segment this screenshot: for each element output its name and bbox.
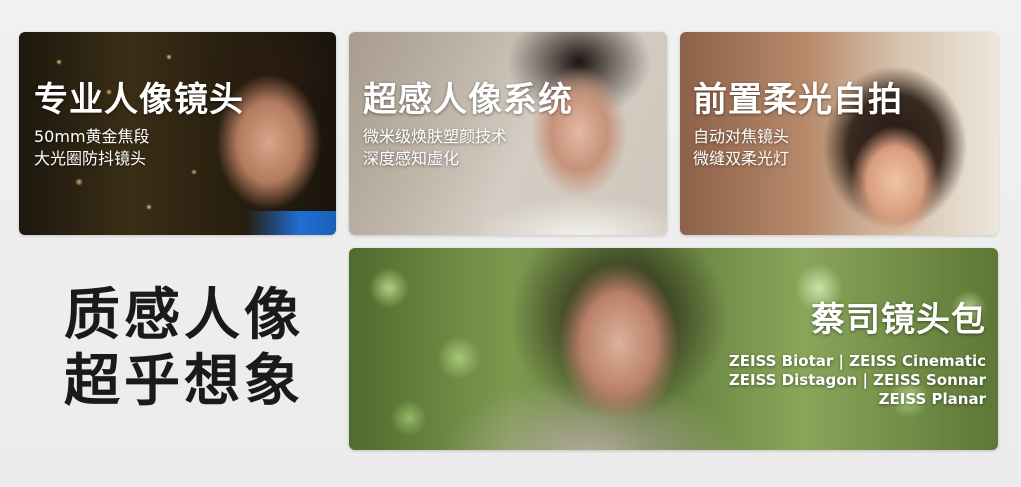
card-text: 蔡司镜头包 ZEISS Biotar | ZEISS Cinematic ZEI… — [729, 300, 986, 409]
card-subtitle-line: 自动对焦镜头 — [693, 127, 790, 146]
feature-card-zeiss-lens-pack: 蔡司镜头包 ZEISS Biotar | ZEISS Cinematic ZEI… — [349, 248, 998, 450]
card-text: 专业人像镜头 50mm黄金焦段 大光圈防抖镜头 — [34, 80, 244, 170]
lens-list-line: ZEISS Planar — [878, 390, 986, 408]
feature-card-portrait-lens: 专业人像镜头 50mm黄金焦段 大光圈防抖镜头 — [19, 32, 336, 235]
card-title: 前置柔光自拍 — [693, 80, 903, 120]
feature-card-portrait-system: 超感人像系统 微米级焕肤塑颜技术 深度感知虚化 — [349, 32, 667, 235]
card-title: 专业人像镜头 — [34, 80, 244, 120]
card-subtitle-line: 微米级焕肤塑颜技术 — [363, 127, 508, 146]
lens-list-line: ZEISS Biotar | ZEISS Cinematic — [728, 352, 986, 370]
headline-line: 超乎想象 — [64, 349, 304, 414]
photo-detail — [246, 211, 336, 235]
card-text: 前置柔光自拍 自动对焦镜头 微缝双柔光灯 — [693, 80, 903, 170]
headline-line: 质感人像 — [64, 283, 304, 348]
headline: 质感人像 超乎想象 — [64, 283, 304, 415]
card-title: 蔡司镜头包 — [811, 300, 986, 340]
feature-card-front-selfie: 前置柔光自拍 自动对焦镜头 微缝双柔光灯 — [680, 32, 998, 235]
card-subtitle-line: 大光圈防抖镜头 — [34, 149, 147, 168]
lens-list-line: ZEISS Distagon | ZEISS Sonnar — [728, 371, 986, 389]
card-subtitle-line: 50mm黄金焦段 — [34, 127, 150, 146]
card-subtitle-line: 微缝双柔光灯 — [693, 149, 790, 168]
card-subtitle-line: 深度感知虚化 — [363, 149, 460, 168]
card-text: 超感人像系统 微米级焕肤塑颜技术 深度感知虚化 — [363, 80, 573, 170]
card-title: 超感人像系统 — [363, 80, 573, 120]
